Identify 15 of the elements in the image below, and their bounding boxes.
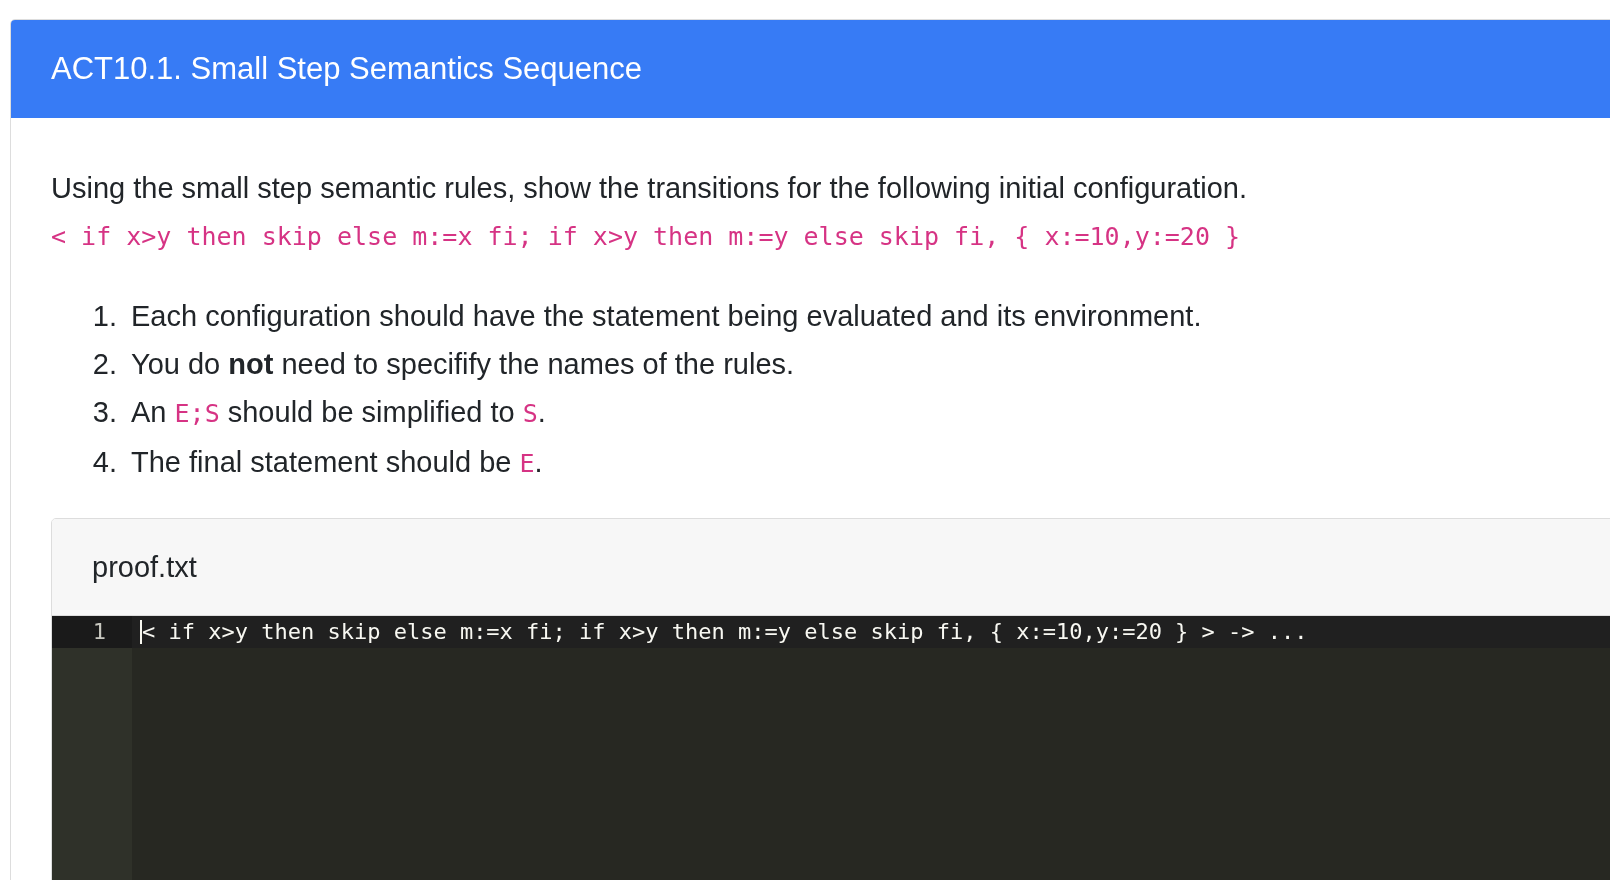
instruction-text: An E;S should be simplified to S. (131, 395, 546, 430)
list-number: 3. (91, 395, 117, 430)
text-cursor (140, 620, 142, 644)
code-editor[interactable]: 1 < if x>y then skip else m:=x fi; if x>y then m:=y else skip fi, { x:=10,y:=20 } > -> ... (52, 616, 1610, 880)
line-number: 1 (52, 616, 132, 648)
card-title: ACT10.1. Small Step Semantics Sequence (51, 51, 643, 87)
configuration-code: < if x>y then skip else m:=x fi; if x>y then m:=y else skip fi, { x:=10,y:=20 } (51, 221, 1242, 253)
instruction-text: You do not need to specifify the names of the rules. (131, 347, 795, 382)
instruction-text: Each configuration should have the statement being evaluated and its environment. (131, 299, 1202, 334)
list-number: 4. (91, 445, 117, 480)
list-number: 1. (91, 299, 117, 334)
file-name: proof.txt (92, 550, 197, 584)
prompt-text: Using the small step semantic rules, show the transitions for the following initial configuration. (51, 171, 1249, 206)
list-number: 2. (91, 347, 117, 382)
instruction-text: The final statement should be E. (131, 445, 543, 480)
